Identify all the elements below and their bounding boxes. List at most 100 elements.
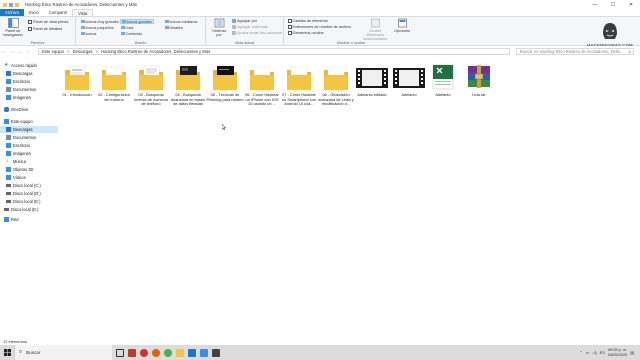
file-item[interactable]: 04 - Busqueda avanzada en bases de datos… xyxy=(169,62,207,107)
chevron-up-icon[interactable]: ⌃ xyxy=(579,350,582,355)
sidebar-item-images-pc[interactable]: Imágenes xyxy=(6,150,64,157)
back-arrow-icon[interactable]: ← xyxy=(0,49,8,55)
sidebar-item-label: Red xyxy=(11,217,19,222)
forward-arrow-icon[interactable]: → xyxy=(8,49,16,55)
sidebar-item-quick-access[interactable]: ★ Acceso rápido xyxy=(4,62,62,69)
tab-share[interactable]: Compartir xyxy=(44,9,72,16)
layout-content[interactable]: Contenido xyxy=(120,31,143,36)
layout-tiles[interactable]: Iconos xyxy=(80,31,97,36)
preview-pane-button[interactable]: Panel de vista previa xyxy=(28,20,68,24)
sidebar-item-documents[interactable]: Documentos xyxy=(6,86,64,93)
navigation-pane-button[interactable]: Panel de navegación xyxy=(2,18,24,37)
up-arrow-icon[interactable]: ↑ xyxy=(24,49,32,55)
close-button[interactable]: ✕ xyxy=(622,0,640,9)
app-icon-blue[interactable] xyxy=(188,348,196,357)
file-explorer-icon[interactable] xyxy=(176,348,184,357)
language-indicator[interactable]: ES xyxy=(600,350,605,355)
group-by-button[interactable]: Agrupar por xyxy=(232,19,257,23)
store-icon[interactable] xyxy=(200,348,208,357)
sidebar-item-drive-e[interactable]: Disco local (E:) xyxy=(6,198,64,205)
file-item[interactable]: 07 - Como Hackear un Smartphone con Andr… xyxy=(280,62,318,107)
file-item[interactable]: 03 - Búsqueda inversa de numeros de tele… xyxy=(132,62,170,107)
item-checkboxes-toggle[interactable]: Casillas de elemento xyxy=(288,19,328,23)
clock[interactable]: 09:09 p. m. 04/05/2020 xyxy=(608,347,627,357)
firefox-icon[interactable] xyxy=(152,348,160,357)
show-hide-group-label: Mostrar u ocultar xyxy=(336,41,366,45)
file-item[interactable]: 01 - Introducción xyxy=(58,62,96,98)
file-extensions-toggle[interactable]: Extensiones de nombre de archivo xyxy=(288,25,351,29)
show-hide-group: Casillas de elemento Extensiones de nomb… xyxy=(284,17,418,46)
start-button[interactable] xyxy=(0,345,14,360)
hide-selected-button[interactable]: Ocultar elementos seleccionados xyxy=(362,18,388,41)
sidebar-item-desktop-pc[interactable]: Escritorio xyxy=(6,142,64,149)
group-by-icon xyxy=(232,19,236,23)
file-item[interactable]: 02 - Configuracion del entorno xyxy=(95,62,133,102)
minimize-button[interactable]: — xyxy=(586,0,604,9)
volume-icon[interactable]: ◁) xyxy=(592,350,596,355)
download-icon xyxy=(6,71,11,76)
images-icon xyxy=(6,95,11,100)
sidebar-item-downloads-pc[interactable]: Descargas xyxy=(0,126,58,133)
details-pane-button[interactable]: Panel de detalles xyxy=(28,27,62,31)
sidebar-item-desktop[interactable]: Escritorio xyxy=(6,78,64,85)
file-item[interactable]: 05 - Técnicas de Phishing para rastreo xyxy=(206,62,244,102)
preview-pane-label: Panel de vista previa xyxy=(33,20,69,24)
tab-file[interactable]: Archivo xyxy=(0,9,24,16)
fit-columns-button[interactable]: Ajustar todas las columnas xyxy=(232,31,282,35)
tab-home[interactable]: Inicio xyxy=(24,9,44,16)
search-box[interactable]: Buscar en Hacking Ético Rastreo de Acosa… xyxy=(516,48,634,55)
hidden-items-toggle[interactable]: Elementos ocultos xyxy=(288,31,324,35)
chrome-icon[interactable] xyxy=(164,348,172,357)
file-item[interactable]: 08 - Ofuscación avanzada de Links y modi… xyxy=(317,62,355,107)
sidebar-item-drive-c[interactable]: Disco local (C:) xyxy=(6,182,64,189)
sort-by-button[interactable]: Ordenar por xyxy=(209,18,229,37)
breadcrumb-downloads[interactable]: Descargas xyxy=(73,49,93,54)
sidebar-item-network[interactable]: Red xyxy=(4,216,62,223)
sidebar-item-images[interactable]: Imágenes xyxy=(6,94,64,101)
sidebar-item-this-pc[interactable]: Este equipo xyxy=(4,118,62,125)
network-icon xyxy=(4,217,9,222)
maximize-button[interactable]: ☐ xyxy=(604,0,622,9)
file-item[interactable]: Adelanto editado xyxy=(351,62,393,98)
app-icon-dark[interactable] xyxy=(212,348,220,357)
sidebar-item-music[interactable]: ♪ Música xyxy=(6,158,64,165)
recent-chevron-icon[interactable]: ⌄ xyxy=(16,49,24,54)
sidebar-item-drive-d[interactable]: Disco local (D:) xyxy=(6,190,64,197)
sidebar-item-downloads[interactable]: Descargas xyxy=(6,70,64,77)
layout-medium-icons[interactable]: Iconos medianos xyxy=(164,19,198,24)
sidebar-item-videos[interactable]: Vídeos xyxy=(6,174,64,181)
file-item[interactable]: hola.rar xyxy=(460,62,498,98)
sidebar-item-label: Disco local (E:) xyxy=(13,199,41,204)
item-count: 12 elementos xyxy=(3,339,28,344)
breadcrumb-this-pc[interactable]: Este equipo xyxy=(42,49,64,54)
options-button[interactable]: Opciones xyxy=(392,18,412,33)
network-icon[interactable]: ▭ xyxy=(586,350,590,355)
tab-view[interactable]: Vista xyxy=(72,9,94,16)
hacker-mask-icon xyxy=(599,20,621,42)
layout-details[interactable]: Detalles xyxy=(164,25,184,30)
opera-icon[interactable] xyxy=(140,348,148,357)
folder-icon[interactable] xyxy=(3,2,7,7)
layout-list[interactable]: Lista xyxy=(120,25,134,30)
large-icons-icon xyxy=(81,19,85,24)
layout-large-icons[interactable]: Iconos grandes xyxy=(120,19,154,24)
sidebar-item-onedrive[interactable]: OneDrive xyxy=(4,106,62,113)
layout-small-icons[interactable]: Iconos pequeños xyxy=(80,25,115,30)
sidebar-item-3d-objects[interactable]: Objetos 3D xyxy=(6,166,64,173)
sidebar-item-drive-e-2[interactable]: Disco local (E:) xyxy=(4,206,62,213)
notifications-icon[interactable]: ▤ xyxy=(630,350,634,355)
breadcrumb-current-folder[interactable]: Hacking Ético Rastreo de Acosadores, Del… xyxy=(101,49,210,54)
layout-extra-large-icons[interactable]: Iconos muy grandes xyxy=(80,19,120,24)
sidebar-item-documents-pc[interactable]: Documentos xyxy=(6,134,64,141)
app-icon-red[interactable] xyxy=(128,348,136,357)
ribbon-tabs: Archivo Inicio Compartir Vista xyxy=(0,9,640,16)
new-folder-icon[interactable] xyxy=(15,2,19,7)
file-item[interactable]: Adelanto xyxy=(424,62,462,98)
task-view-icon[interactable] xyxy=(116,348,124,357)
address-bar[interactable]: Este equipo > Descargas > Hacking Ético … xyxy=(38,48,510,55)
add-columns-button[interactable]: Agregar columnas xyxy=(232,25,268,29)
properties-icon[interactable] xyxy=(9,2,13,7)
title-bar: Hacking Ético Rastreo de Acosadores, Del… xyxy=(0,0,640,9)
taskbar-search[interactable]: ⌕ Buscar xyxy=(14,345,112,360)
file-item[interactable]: 06 - Como Hackear un IPhone con IOS 10 u… xyxy=(243,62,281,107)
